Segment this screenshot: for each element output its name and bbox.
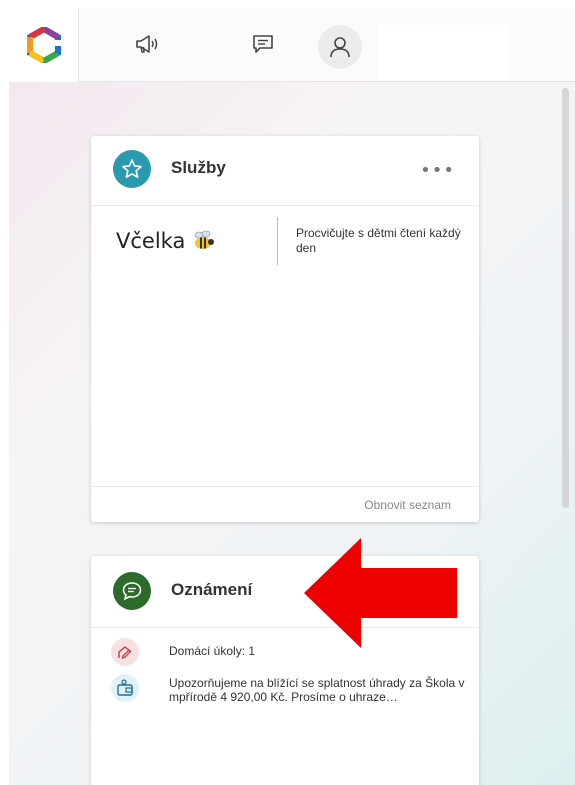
announcement-button[interactable]	[127, 24, 167, 64]
services-card-footer: Obnovit seznam	[91, 486, 479, 522]
messages-button[interactable]	[243, 24, 283, 64]
notices-title: Oznámení	[171, 580, 253, 599]
service-description: Procvičujte s dětmi čtení každý den	[296, 226, 461, 255]
chat-bubble-icon	[122, 582, 142, 601]
services-badge	[113, 150, 151, 188]
more-options-button[interactable]: •••	[420, 160, 455, 181]
user-avatar-button[interactable]	[318, 25, 362, 69]
app-logo[interactable]	[9, 8, 79, 82]
services-title: Služby	[171, 158, 226, 177]
services-card: Služby ••• Včelka Procvičujte s dětmi čt…	[91, 136, 479, 522]
scrollbar[interactable]	[562, 88, 569, 508]
homework-icon	[111, 638, 139, 666]
announcement-icon	[136, 35, 158, 53]
user-name-placeholder	[378, 25, 508, 80]
user-icon	[330, 37, 350, 58]
notices-badge	[113, 572, 151, 610]
app-frame: Služby ••• Včelka Procvičujte s dětmi čt…	[9, 8, 575, 785]
service-vcelka-logo[interactable]: Včelka	[116, 229, 215, 253]
refresh-list-link[interactable]: Obnovit seznam	[364, 498, 451, 512]
services-card-header: Služby •••	[91, 136, 479, 206]
logo-icon	[26, 27, 61, 63]
notice-item-payment[interactable]: Upozorňujeme na blížící se splatnost úhr…	[111, 674, 469, 704]
bee-icon	[195, 230, 215, 249]
message-icon	[253, 35, 273, 53]
wallet-icon	[111, 674, 139, 702]
service-name: Včelka	[116, 229, 186, 253]
service-divider	[277, 217, 278, 265]
red-arrow-annotation	[304, 538, 457, 648]
top-bar	[9, 8, 575, 82]
notice-text: Upozorňujeme na blížící se splatnost úhr…	[169, 676, 465, 704]
star-icon	[122, 159, 142, 178]
